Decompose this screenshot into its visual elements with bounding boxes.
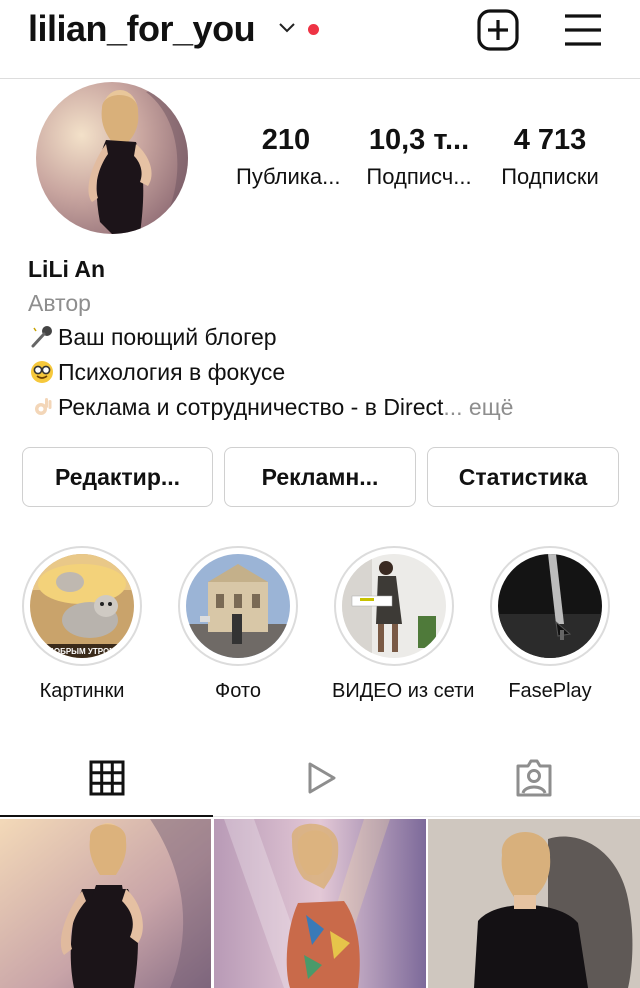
highlight-image bbox=[498, 554, 602, 658]
statistics-button[interactable]: Статистика bbox=[427, 447, 619, 507]
notification-dot bbox=[308, 24, 319, 35]
create-button[interactable] bbox=[476, 8, 520, 52]
bio-text: Реклама и сотрудничество - в Direct bbox=[58, 394, 444, 420]
stat-posts[interactable]: 210 Публика... bbox=[236, 124, 341, 190]
highlight-ring bbox=[334, 546, 454, 666]
stat-following[interactable]: 4 713 Подписки bbox=[490, 124, 610, 190]
highlight-image: ДОБРЫМ УТРОМ bbox=[30, 554, 134, 658]
highlight-ring bbox=[178, 546, 298, 666]
plus-square-icon bbox=[477, 9, 519, 51]
highlight-label: Фото bbox=[215, 680, 261, 702]
profile-name: LiLi An bbox=[28, 256, 106, 282]
highlight-image bbox=[342, 554, 446, 658]
ok-hand-emoji-icon bbox=[35, 398, 52, 415]
highlight-ring: ДОБРЫМ УТРОМ bbox=[22, 546, 142, 666]
highlight-ring bbox=[490, 546, 610, 666]
highlight-image bbox=[186, 554, 290, 658]
stat-followers-label: Подписч... bbox=[366, 164, 472, 189]
highlight-caption-overlay: ДОБРЫМ УТРОМ bbox=[48, 647, 116, 656]
stat-following-value: 4 713 bbox=[513, 124, 587, 156]
tab-grid[interactable] bbox=[0, 750, 213, 806]
post-thumbnail[interactable] bbox=[214, 819, 426, 988]
stat-posts-label: Публика... bbox=[236, 164, 341, 189]
highlight-label: ВИДЕО из сети bbox=[332, 680, 475, 702]
stat-followers-value: 10,3 т... bbox=[368, 124, 470, 156]
top-bar: lilian_for_you bbox=[0, 0, 640, 79]
profile-avatar[interactable] bbox=[36, 82, 188, 234]
tab-reels[interactable] bbox=[213, 750, 427, 806]
more-link[interactable]: ... ещё bbox=[443, 394, 513, 420]
profile-category: Автор bbox=[28, 290, 91, 316]
bio-line: Психология в фокусе bbox=[30, 359, 285, 386]
menu-button[interactable] bbox=[561, 10, 605, 50]
bio-line: Реклама и сотрудничество - в Direct... е… bbox=[30, 394, 513, 421]
chevron-down-icon[interactable] bbox=[277, 20, 297, 39]
stat-following-label: Подписки bbox=[501, 164, 599, 189]
stat-followers[interactable]: 10,3 т... Подписч... bbox=[356, 124, 482, 190]
edit-profile-button[interactable]: Редактир... bbox=[22, 447, 213, 507]
active-tab-indicator bbox=[0, 815, 213, 817]
highlight-label: Картинки bbox=[39, 680, 125, 702]
microphone-emoji-icon bbox=[31, 326, 52, 348]
nerd-face-emoji-icon bbox=[31, 361, 53, 383]
bio-text: Психология в фокусе bbox=[58, 359, 286, 385]
highlight-video[interactable]: ВИДЕО из сети bbox=[332, 546, 475, 703]
post-thumbnail[interactable] bbox=[428, 819, 640, 988]
tab-tagged[interactable] bbox=[427, 750, 640, 806]
tagged-person-icon bbox=[516, 759, 551, 797]
grid-icon bbox=[89, 760, 124, 796]
profile-username[interactable]: lilian_for_you bbox=[28, 8, 256, 50]
stat-posts-value: 210 bbox=[261, 124, 311, 156]
highlight-photo[interactable]: Фото bbox=[176, 546, 300, 703]
hamburger-menu-icon bbox=[565, 14, 601, 46]
play-icon bbox=[308, 762, 336, 794]
ads-button[interactable]: Рекламн... bbox=[224, 447, 416, 507]
highlight-faseplay[interactable]: FasePlay bbox=[488, 546, 612, 703]
bio-text: Ваш поющий блогер bbox=[58, 324, 277, 350]
highlight-pictures[interactable]: ДОБРЫМ УТРОМ Картинки bbox=[20, 546, 144, 703]
highlight-label: FasePlay bbox=[508, 680, 592, 702]
post-thumbnail[interactable] bbox=[0, 819, 211, 988]
bio-line: Ваш поющий блогер bbox=[30, 324, 277, 351]
